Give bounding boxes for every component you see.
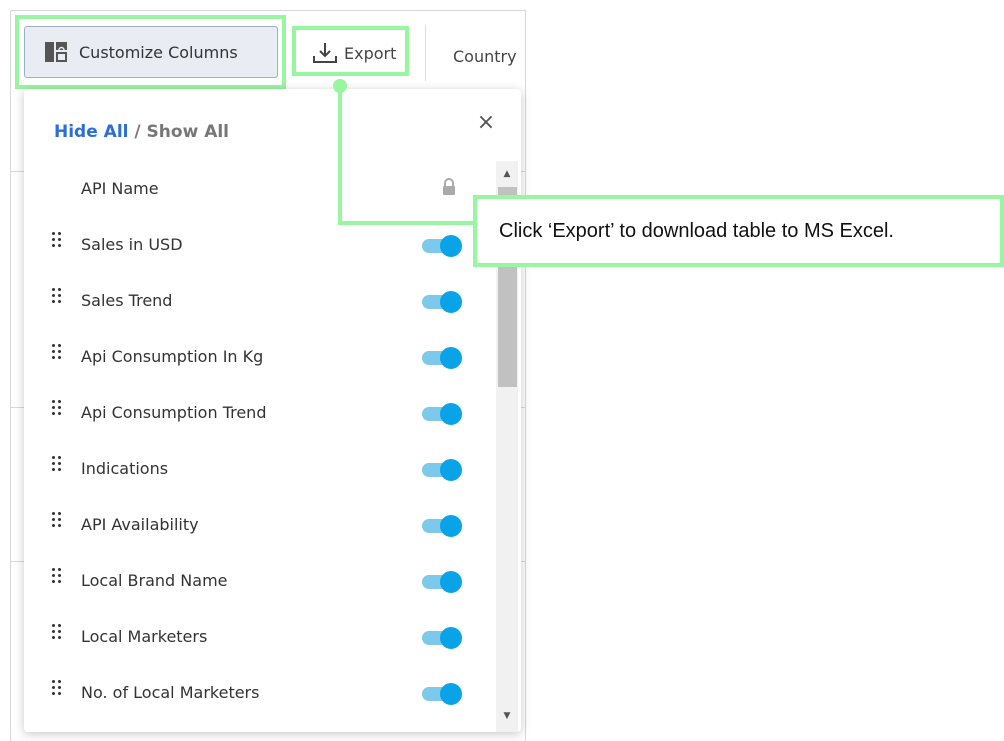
column-visibility-toggle[interactable] <box>422 234 462 258</box>
scroll-down-arrow-icon[interactable]: ▼ <box>500 709 514 723</box>
visibility-links: Hide All / Show All <box>54 122 229 142</box>
drag-handle-icon[interactable] <box>52 288 62 306</box>
list-item: Local Marketers <box>24 610 494 666</box>
column-header-country[interactable]: Country <box>453 47 517 66</box>
list-item: Sales in USD <box>24 218 494 274</box>
toolbar: Customize Columns Export Country <box>11 11 525 93</box>
column-visibility-toggle[interactable] <box>422 682 462 706</box>
column-visibility-toggle[interactable] <box>422 514 462 538</box>
column-label: Api Consumption In Kg <box>81 347 264 366</box>
column-label: API Availability <box>81 515 199 534</box>
column-list: API Name Sales in USD Sales Trend Api Cons… <box>24 162 494 722</box>
download-icon <box>312 41 338 65</box>
hide-all-link[interactable]: Hide All <box>54 122 128 142</box>
column-label: Local Marketers <box>81 627 208 646</box>
column-visibility-toggle[interactable] <box>422 346 462 370</box>
show-all-link[interactable]: Show All <box>147 122 229 142</box>
column-visibility-toggle[interactable] <box>422 458 462 482</box>
column-visibility-toggle[interactable] <box>422 626 462 650</box>
export-button[interactable]: Export <box>298 30 410 76</box>
drag-handle-icon[interactable] <box>52 232 62 250</box>
column-label: Api Consumption Trend <box>81 403 267 422</box>
toggle-knob <box>440 515 462 537</box>
column-label: Indications <box>81 459 169 478</box>
toggle-knob <box>440 627 462 649</box>
toggle-knob <box>440 571 462 593</box>
toolbar-divider <box>425 25 426 81</box>
callout-connector <box>338 221 476 225</box>
column-label: API Name <box>81 179 159 198</box>
column-label: Local Brand Name <box>81 571 228 590</box>
list-item-locked: API Name <box>24 162 494 218</box>
list-item: API Availability <box>24 498 494 554</box>
list-item: Api Consumption In Kg <box>24 330 494 386</box>
customize-columns-label: Customize Columns <box>79 42 238 62</box>
list-item: Indications <box>24 442 494 498</box>
column-visibility-toggle[interactable] <box>422 290 462 314</box>
list-item: Sales Trend <box>24 274 494 330</box>
toggle-knob <box>440 459 462 481</box>
toggle-knob <box>440 683 462 705</box>
toggle-knob <box>440 291 462 313</box>
list-item: Api Consumption Trend <box>24 386 494 442</box>
drag-handle-icon[interactable] <box>52 680 62 698</box>
list-item: Local Brand Name <box>24 554 494 610</box>
close-icon[interactable]: × <box>474 111 498 135</box>
drag-handle-icon[interactable] <box>52 568 62 586</box>
drag-handle-icon[interactable] <box>52 400 62 418</box>
column-visibility-toggle[interactable] <box>422 402 462 426</box>
toggle-knob <box>440 235 462 257</box>
drag-handle-icon[interactable] <box>52 456 62 474</box>
customize-columns-panel: Hide All / Show All × API Name Sales in … <box>24 89 521 732</box>
drag-handle-icon[interactable] <box>52 344 62 362</box>
lock-icon <box>441 178 457 196</box>
column-label: Sales in USD <box>81 235 183 254</box>
drag-handle-icon[interactable] <box>52 624 62 642</box>
columns-lock-icon <box>43 41 71 63</box>
link-separator: / <box>134 122 141 142</box>
drag-handle-icon[interactable] <box>52 512 62 530</box>
column-label: No. of Local Marketers <box>81 683 260 702</box>
column-label: Sales Trend <box>81 291 173 310</box>
customize-columns-button[interactable]: Customize Columns <box>24 26 278 78</box>
callout-text: Click ‘Export’ to download table to MS E… <box>499 219 894 242</box>
export-label: Export <box>344 43 397 63</box>
column-visibility-toggle[interactable] <box>422 570 462 594</box>
list-item: No. of Local Marketers <box>24 666 494 722</box>
scroll-up-arrow-icon[interactable]: ▲ <box>500 167 514 181</box>
callout-connector <box>338 88 342 224</box>
toggle-knob <box>440 403 462 425</box>
export-callout: Click ‘Export’ to download table to MS E… <box>473 195 1004 267</box>
toggle-knob <box>440 347 462 369</box>
